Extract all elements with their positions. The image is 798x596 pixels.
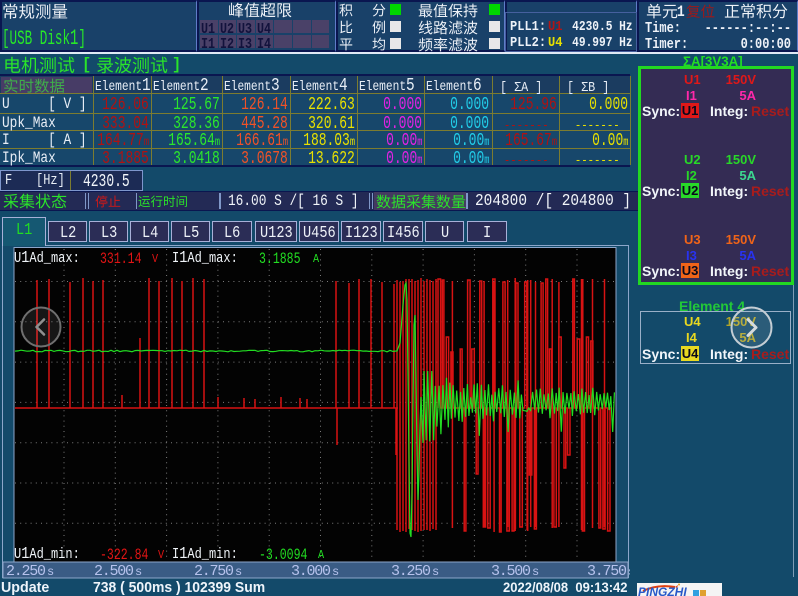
svg-text:PINGZHI: PINGZHI xyxy=(638,585,687,596)
svg-text:3.000: 3.000 xyxy=(291,563,331,579)
svg-text:s: s xyxy=(332,565,339,579)
svg-text:s: s xyxy=(432,565,439,579)
svg-text:s: s xyxy=(47,565,54,579)
svg-text:s: s xyxy=(532,565,539,579)
svg-text:2.750: 2.750 xyxy=(194,563,234,579)
svg-text:2.250: 2.250 xyxy=(6,563,46,579)
svg-text:s: s xyxy=(135,565,142,579)
svg-text:3.500: 3.500 xyxy=(491,563,531,579)
svg-text:s: s xyxy=(628,565,630,579)
svg-text:3.750: 3.750 xyxy=(587,563,627,579)
svg-text:3.250: 3.250 xyxy=(391,563,431,579)
svg-text:s: s xyxy=(235,565,242,579)
svg-text:2.500: 2.500 xyxy=(94,563,134,579)
